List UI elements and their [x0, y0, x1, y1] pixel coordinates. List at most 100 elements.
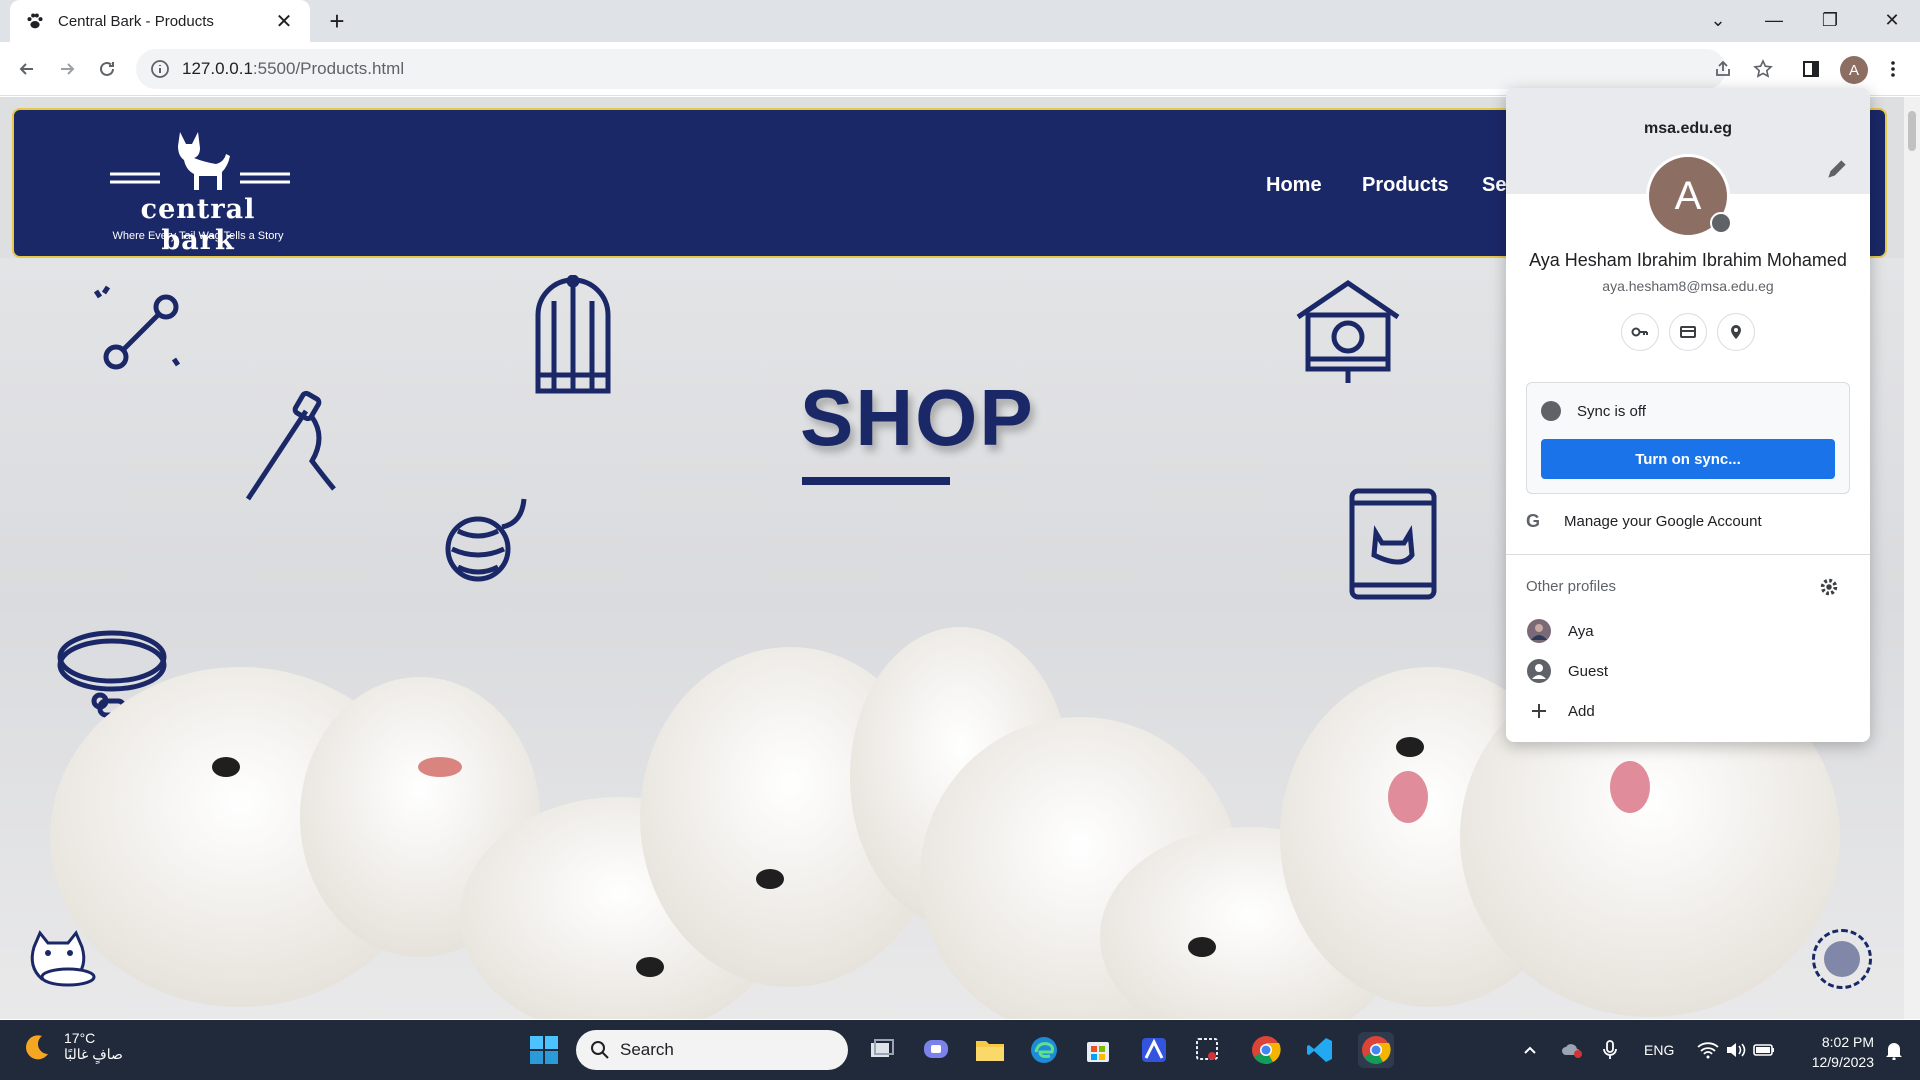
wifi-icon	[1697, 1042, 1719, 1059]
cat-wand-toy-icon	[245, 390, 336, 501]
new-tab-button[interactable]: +	[322, 6, 352, 36]
tab-search-chevron-icon[interactable]: ⌄	[1690, 0, 1746, 40]
snipping-tool-icon	[1196, 1038, 1218, 1060]
notifications-button[interactable]	[1876, 1032, 1912, 1068]
logo-tagline: Where Every Tail Wag Tells a Story	[112, 230, 284, 242]
store-button[interactable]	[1080, 1032, 1116, 1068]
battery-icon	[1753, 1044, 1774, 1056]
cat-food-bag-icon	[1349, 488, 1437, 600]
bird-cage-icon	[535, 275, 611, 394]
clock[interactable]: 8:02 PM 12/9/2023	[1786, 1032, 1874, 1072]
tab-close-icon[interactable]: ✕	[272, 9, 296, 34]
nav-services[interactable]: Se	[1482, 174, 1506, 197]
more-vert-icon	[1891, 61, 1895, 77]
minimize-button[interactable]: —	[1746, 0, 1802, 40]
profile-domain: msa.edu.eg	[1643, 120, 1733, 137]
manage-google-account-link[interactable]: G Manage your Google Account	[1526, 506, 1850, 536]
side-panel-icon	[1803, 61, 1819, 77]
profile-item-label: Guest	[1568, 662, 1609, 680]
profile-item-label: Add	[1568, 702, 1595, 720]
plus-icon	[1526, 698, 1552, 724]
file-explorer-button[interactable]	[972, 1032, 1008, 1068]
battery-button[interactable]	[1746, 1032, 1782, 1068]
menu-button[interactable]	[1876, 52, 1910, 86]
reload-button[interactable]	[90, 52, 124, 86]
profile-item-aya[interactable]: Aya	[1526, 616, 1850, 646]
key-icon	[1631, 327, 1648, 337]
chrome-button-2[interactable]	[1358, 1032, 1394, 1068]
side-panel-button[interactable]	[1794, 52, 1828, 86]
folder-icon	[976, 1041, 1004, 1061]
profile-avatar-button[interactable]: A	[1840, 56, 1868, 84]
windows-icon	[530, 1036, 558, 1064]
task-view-icon	[871, 1039, 894, 1057]
bird-house-icon	[1296, 279, 1400, 383]
profile-name: Aya Hesham Ibrahim Ibrahim Mohamed	[1529, 250, 1847, 270]
profile-item-label: Aya	[1568, 622, 1594, 640]
start-button[interactable]	[526, 1032, 562, 1068]
location-icon	[1731, 325, 1741, 339]
gear-icon[interactable]	[1818, 576, 1840, 598]
onedrive-button[interactable]	[1554, 1032, 1590, 1068]
restore-button[interactable]: ❐	[1802, 0, 1858, 40]
guest-icon	[1526, 658, 1552, 684]
profile-item-guest[interactable]: Guest	[1526, 656, 1850, 686]
studio-app-icon	[1142, 1038, 1166, 1062]
chrome-icon	[1252, 1036, 1281, 1064]
profile-item-add[interactable]: Add	[1526, 696, 1850, 726]
browser-tab[interactable]: Central Bark - Products ✕	[10, 0, 310, 42]
language-indicator[interactable]: ENG	[1644, 1042, 1674, 1058]
addresses-button[interactable]	[1717, 313, 1755, 351]
title-underline	[802, 477, 950, 485]
vscode-icon	[1307, 1038, 1332, 1062]
taskbar-search[interactable]: Search	[576, 1030, 848, 1070]
edge-button[interactable]	[1026, 1032, 1062, 1068]
scrollbar-thumb[interactable]	[1908, 111, 1916, 151]
tab-strip: Central Bark - Products ✕ + ⌄ — ❐ ✕	[0, 0, 1920, 42]
vscode-button[interactable]	[1302, 1032, 1338, 1068]
clock-time: 8:02 PM	[1821, 1034, 1874, 1050]
address-bar[interactable]: 127.0.0.1:5500/Products.html	[136, 49, 1726, 89]
chevron-up-icon	[1524, 1046, 1536, 1054]
edge-icon	[1031, 1037, 1057, 1063]
forward-button[interactable]	[50, 52, 84, 86]
arrow-left-icon	[19, 63, 33, 75]
back-button[interactable]	[10, 52, 44, 86]
share-button[interactable]	[1706, 52, 1740, 86]
url-text: 127.0.0.1:5500/Products.html	[182, 59, 404, 79]
nav-products[interactable]: Products	[1362, 174, 1449, 197]
scroll-to-top-button[interactable]	[1812, 929, 1872, 989]
cat-with-fish-icon	[30, 930, 96, 987]
chrome-button-1[interactable]	[1248, 1032, 1284, 1068]
search-label: Search	[620, 1040, 674, 1059]
logo-name: central bark	[140, 194, 256, 256]
nav-home[interactable]: Home	[1266, 174, 1322, 197]
close-window-button[interactable]: ✕	[1864, 0, 1920, 40]
moon-weather-icon	[26, 1034, 48, 1059]
sync-off-icon	[1541, 401, 1561, 421]
google-g-icon: G	[1526, 510, 1541, 531]
edit-pencil-icon[interactable]	[1824, 156, 1850, 182]
search-icon	[591, 1041, 609, 1059]
page-scrollbar[interactable]	[1904, 97, 1920, 1019]
profile-menu: msa.edu.eg A Aya Hesham Ibrahim Ibrahim …	[1506, 88, 1870, 742]
microphone-button[interactable]	[1592, 1032, 1628, 1068]
turn-on-sync-button[interactable]: Turn on sync...	[1541, 439, 1835, 479]
passwords-button[interactable]	[1621, 313, 1659, 351]
manage-account-label: Manage your Google Account	[1564, 512, 1762, 530]
microphone-icon	[1603, 1040, 1617, 1059]
speaker-icon	[1727, 1043, 1746, 1057]
app-button-azure[interactable]	[1136, 1032, 1172, 1068]
taskbar: 17°C صافٍ غالبًا Search ENG 8:02 PM 12/9…	[0, 1020, 1920, 1080]
weather-widget[interactable]: 17°C صافٍ غالبًا	[22, 1030, 123, 1063]
bookmark-button[interactable]	[1746, 52, 1780, 86]
weather-desc: صافٍ غالبًا	[64, 1046, 123, 1062]
yarn-ball-icon	[445, 498, 527, 582]
task-view-button[interactable]	[864, 1032, 900, 1068]
store-icon	[1087, 1042, 1109, 1062]
reload-icon	[100, 61, 114, 76]
show-hidden-icons-button[interactable]	[1512, 1032, 1548, 1068]
teams-chat-button[interactable]	[918, 1032, 954, 1068]
payment-methods-button[interactable]	[1669, 313, 1707, 351]
snipping-tool-button[interactable]	[1190, 1032, 1226, 1068]
